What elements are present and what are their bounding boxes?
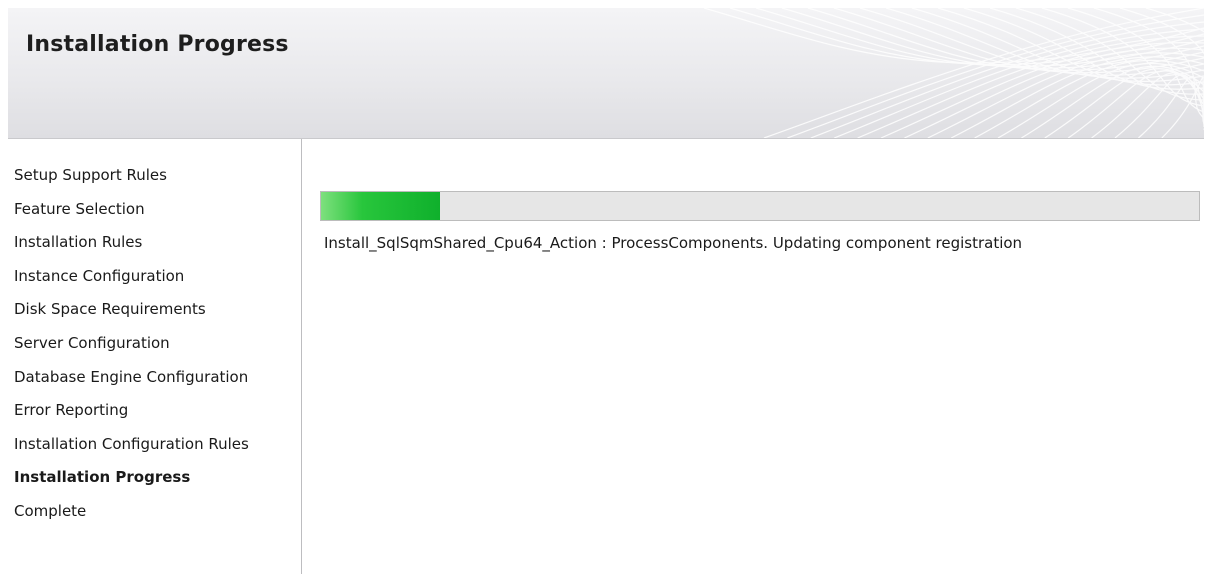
installation-progress-bar [320, 191, 1200, 221]
sidebar-item-database-engine-configuration[interactable]: Database Engine Configuration [14, 361, 249, 395]
sidebar-item-installation-rules[interactable]: Installation Rules [14, 226, 249, 260]
sidebar-steps: Setup Support Rules Feature Selection Inst… [8, 139, 302, 574]
header-banner: Installation Progress [8, 8, 1204, 139]
sidebar-item-feature-selection[interactable]: Feature Selection [14, 193, 249, 227]
sidebar-item-instance-configuration[interactable]: Instance Configuration [14, 260, 249, 294]
sidebar-item-error-reporting[interactable]: Error Reporting [14, 394, 249, 428]
sidebar-item-disk-space-requirements[interactable]: Disk Space Requirements [14, 293, 249, 327]
sidebar-item-server-configuration[interactable]: Server Configuration [14, 327, 249, 361]
decorative-swirl-graphic [703, 8, 1204, 138]
sidebar-item-installation-configuration-rules[interactable]: Installation Configuration Rules [14, 428, 249, 462]
main-panel: Install_SqlSqmShared_Cpu64_Action : Proc… [302, 139, 1204, 574]
sidebar-item-installation-progress[interactable]: Installation Progress [14, 461, 249, 495]
sidebar-item-complete[interactable]: Complete [14, 495, 249, 529]
installer-window: Installation Progress Setup Support Rule… [0, 0, 1210, 574]
page-title: Installation Progress [26, 32, 289, 57]
status-text: Install_SqlSqmShared_Cpu64_Action : Proc… [324, 234, 1023, 252]
progress-bar-fill [321, 192, 440, 220]
step-list: Setup Support Rules Feature Selection Inst… [14, 159, 249, 529]
sidebar-item-setup-support-rules[interactable]: Setup Support Rules [14, 159, 249, 193]
